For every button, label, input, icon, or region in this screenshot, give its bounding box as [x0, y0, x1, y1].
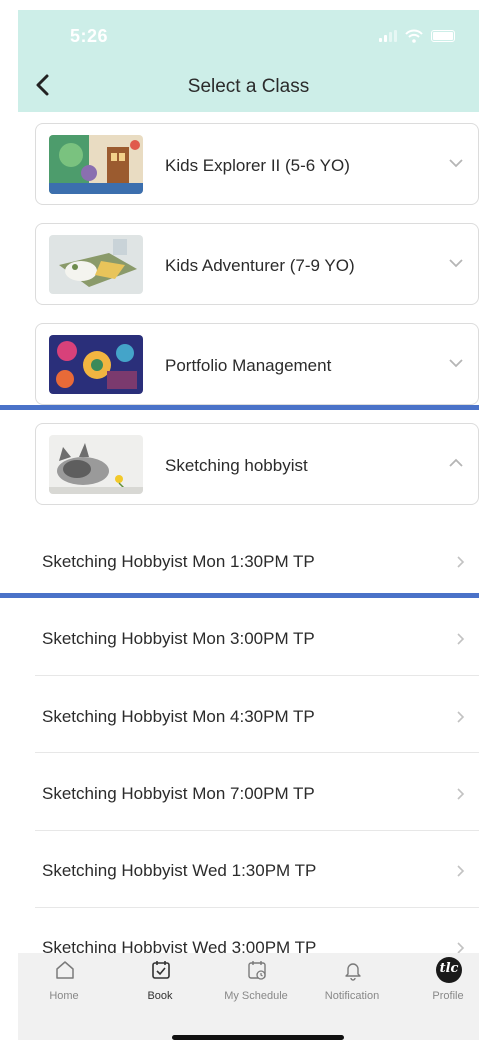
- navigation-bar: Select a Class: [18, 58, 479, 112]
- tab-notification[interactable]: Notification: [306, 953, 398, 1013]
- tab-label: My Schedule: [224, 990, 288, 1002]
- battery-icon: [431, 30, 455, 42]
- session-label: Sketching Hobbyist Wed 1:30PM TP: [42, 861, 317, 880]
- session-row[interactable]: Sketching Hobbyist Mon 4:30PM TP: [35, 707, 479, 784]
- session-row[interactable]: Sketching Hobbyist Mon 3:00PM TP: [35, 629, 479, 706]
- session-row[interactable]: Sketching Hobbyist Wed 1:30PM TP: [35, 861, 479, 938]
- chevron-up-icon: [449, 458, 463, 467]
- page-title: Select a Class: [187, 76, 310, 97]
- tab-label: Notification: [324, 990, 380, 1002]
- class-card-portfolio-management[interactable]: Portfolio Management: [35, 323, 479, 405]
- class-card-kids-adventurer[interactable]: Kids Adventurer (7-9 YO): [35, 223, 479, 305]
- highlight-line: [0, 405, 479, 410]
- session-label: Sketching Hobbyist Mon 3:00PM TP: [42, 629, 315, 648]
- chevron-right-icon: [457, 633, 465, 645]
- session-row[interactable]: Sketching Hobbyist Mon 7:00PM TP: [35, 784, 479, 861]
- tab-label: Home: [49, 990, 79, 1002]
- session-row[interactable]: Sketching Hobbyist Mon 1:30PM TP: [35, 552, 479, 629]
- avatar-initials: tlc: [439, 961, 459, 976]
- avatar: tlc: [436, 957, 462, 983]
- chevron-right-icon: [457, 556, 465, 568]
- chevron-down-icon: [449, 159, 463, 168]
- class-name: Kids Explorer II (5-6 YO): [165, 156, 350, 175]
- cellular-signal-icon: [379, 30, 397, 42]
- bell-icon: [345, 963, 361, 981]
- tab-label: Profile: [432, 990, 464, 1002]
- class-name: Sketching hobbyist: [165, 456, 308, 475]
- chevron-down-icon: [449, 359, 463, 368]
- tab-home[interactable]: Home: [18, 953, 110, 1013]
- home-indicator: [172, 1035, 344, 1040]
- class-thumbnail: [49, 435, 143, 494]
- highlight-line: [0, 593, 479, 598]
- class-card-kids-explorer[interactable]: Kids Explorer II (5-6 YO): [35, 123, 479, 205]
- status-time: 5:26: [70, 26, 109, 46]
- chevron-right-icon: [457, 865, 465, 877]
- home-icon: [56, 961, 74, 979]
- tab-bar: Home Book My Schedule Notification tlc P…: [18, 953, 479, 1040]
- tab-book[interactable]: Book: [114, 953, 206, 1013]
- class-name: Kids Adventurer (7-9 YO): [165, 256, 355, 275]
- tab-my-schedule[interactable]: My Schedule: [210, 953, 302, 1013]
- class-thumbnail: [49, 235, 143, 294]
- session-label: Sketching Hobbyist Mon 4:30PM TP: [42, 707, 315, 726]
- status-bar: 5:26: [18, 10, 479, 58]
- class-thumbnail: [49, 335, 143, 394]
- row-divider: [35, 830, 479, 831]
- chevron-down-icon: [449, 259, 463, 268]
- class-name: Portfolio Management: [165, 356, 332, 375]
- wifi-icon: [405, 29, 423, 43]
- session-label: Sketching Hobbyist Mon 1:30PM TP: [42, 552, 315, 571]
- chevron-right-icon: [457, 788, 465, 800]
- class-thumbnail: [49, 135, 143, 194]
- row-divider: [35, 907, 479, 908]
- app-screen: 5:26 Select a Class Kids Explorer II (5-…: [0, 0, 479, 1040]
- class-card-sketching-hobbyist[interactable]: Sketching hobbyist: [35, 423, 479, 505]
- tab-label: Book: [147, 990, 173, 1002]
- row-divider: [35, 752, 479, 753]
- session-label: Sketching Hobbyist Mon 7:00PM TP: [42, 784, 315, 803]
- tab-profile[interactable]: tlc Profile: [402, 953, 479, 1013]
- calendar-clock-icon: [248, 961, 266, 980]
- calendar-check-icon: [152, 961, 170, 979]
- chevron-right-icon: [457, 711, 465, 723]
- status-icons: [379, 29, 455, 43]
- row-divider: [35, 675, 479, 676]
